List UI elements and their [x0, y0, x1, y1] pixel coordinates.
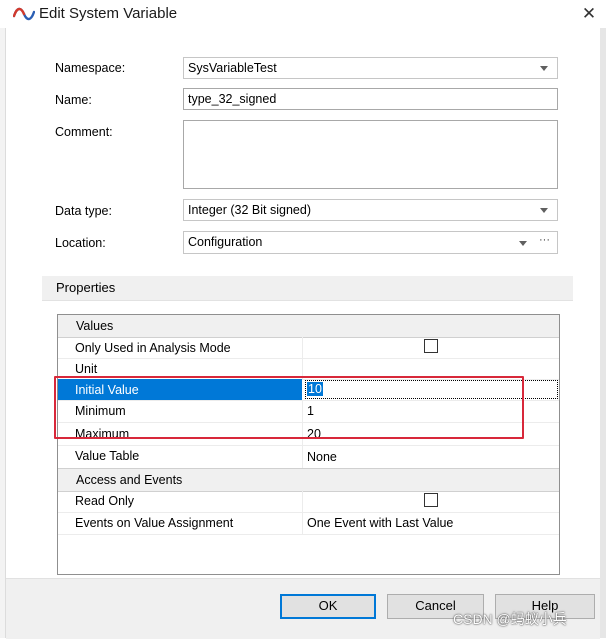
ok-button[interactable]: OK	[280, 594, 376, 619]
location-value: Configuration	[188, 235, 263, 249]
name-label: Name:	[55, 93, 92, 107]
property-value[interactable]: One Event with Last Value	[307, 516, 453, 530]
read-only-checkbox[interactable]	[424, 493, 438, 507]
close-button[interactable]: ✕	[572, 0, 606, 28]
category-label: Values	[76, 319, 114, 333]
namespace-value: SysVariableTest	[188, 61, 277, 75]
property-key: Unit	[75, 362, 98, 376]
comment-textarea[interactable]	[183, 120, 558, 189]
location-label: Location:	[55, 236, 106, 250]
comment-label: Comment:	[55, 125, 113, 139]
window-title: Edit System Variable	[39, 5, 178, 22]
category-access-and-events[interactable]: Access and Events	[58, 468, 559, 492]
location-combo[interactable]: Configuration ···	[183, 231, 558, 254]
property-row-events-on-value-assignment[interactable]: Events on Value Assignment One Event wit…	[58, 512, 559, 535]
property-key: Value Table	[75, 449, 140, 463]
chevron-down-icon	[540, 208, 548, 213]
chevron-down-icon[interactable]	[519, 241, 527, 246]
window-right-edge	[600, 28, 606, 638]
more-options-icon[interactable]: ···	[539, 232, 550, 250]
category-label: Access and Events	[76, 473, 183, 487]
chevron-down-icon	[540, 66, 548, 71]
datatype-value: Integer (32 Bit signed)	[188, 203, 311, 217]
property-value[interactable]: None	[307, 450, 337, 464]
analysis-mode-checkbox[interactable]	[424, 339, 438, 353]
name-value: type_32_signed	[188, 92, 277, 106]
properties-header	[42, 276, 573, 301]
app-icon	[13, 7, 35, 21]
namespace-combo[interactable]: SysVariableTest	[183, 57, 558, 79]
window-left-edge	[0, 28, 6, 638]
property-key: Only Used in Analysis Mode	[75, 341, 231, 355]
property-row-only-used-in-analysis-mode[interactable]: Only Used in Analysis Mode	[58, 337, 559, 359]
highlight-box	[54, 376, 524, 439]
datatype-combo[interactable]: Integer (32 Bit signed)	[183, 199, 558, 221]
close-icon: ✕	[581, 4, 597, 23]
properties-title: Properties	[56, 280, 116, 295]
namespace-label: Namespace:	[55, 61, 126, 75]
property-key: Events on Value Assignment	[75, 516, 234, 530]
watermark-text: CSDN @蚂蚁小兵	[453, 611, 567, 627]
datatype-label: Data type:	[55, 204, 112, 218]
property-key: Read Only	[75, 494, 135, 508]
name-input[interactable]: type_32_signed	[183, 88, 558, 110]
property-row-value-table[interactable]: Value Table None	[58, 445, 559, 469]
property-row-read-only[interactable]: Read Only	[58, 490, 559, 513]
category-values[interactable]: Values	[58, 315, 559, 338]
